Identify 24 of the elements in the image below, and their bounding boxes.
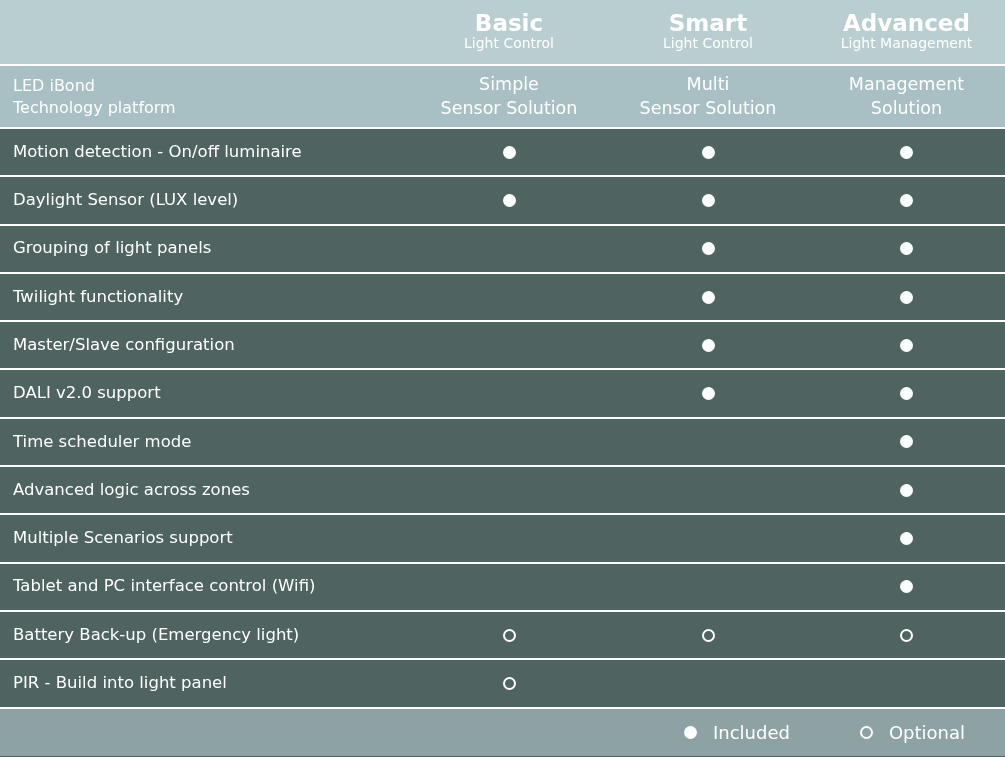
- feature-label: Twilight functionality: [12, 285, 185, 308]
- feature-label: Tablet and PC interface control (Wifi): [12, 575, 317, 598]
- feature-label: PIR - Build into light panel: [12, 672, 228, 695]
- feature-label: Daylight Sensor (LUX level): [12, 189, 240, 212]
- solution-label: Simple Sensor Solution: [439, 72, 579, 120]
- plan-subtitle: Light Management: [839, 35, 974, 52]
- plan-subtitle: Light Control: [662, 35, 754, 52]
- feature-label: Advanced logic across zones: [12, 478, 251, 501]
- legend-label: Included: [712, 720, 790, 745]
- feature-label: Motion detection - On/off luminaire: [12, 140, 303, 163]
- feature-label: Grouping of light panels: [12, 237, 213, 260]
- platform-label: LED iBond Technology platform: [12, 74, 177, 119]
- plan-name: Advanced: [842, 12, 971, 36]
- plan-name: Basic: [473, 12, 545, 36]
- feature-label: DALI v2.0 support: [12, 382, 162, 405]
- plan-subtitle: Light Control: [463, 35, 555, 52]
- feature-label: Time scheduler mode: [12, 430, 193, 453]
- solution-label: Management Solution: [847, 72, 966, 120]
- plan-name: Smart: [667, 12, 749, 36]
- solution-label: Multi Sensor Solution: [638, 72, 778, 120]
- feature-label: Battery Back-up (Emergency light): [12, 623, 301, 646]
- feature-label: Master/Slave configuration: [12, 333, 236, 356]
- legend-label: Optional: [888, 720, 965, 745]
- feature-label: Multiple Scenarios support: [12, 527, 234, 550]
